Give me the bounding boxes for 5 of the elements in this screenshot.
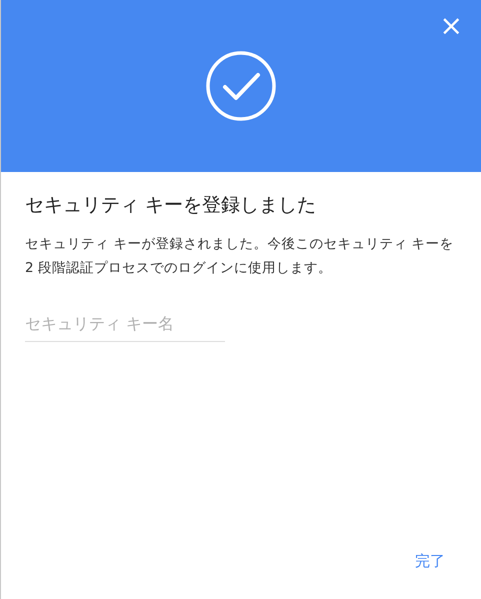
check-circle-icon	[205, 50, 277, 122]
close-button[interactable]: ×	[436, 8, 467, 44]
dialog-message: セキュリティ キーが登録されました。今後このセキュリティ キーを 2 段階認証プロセスでのログインに使用します。	[25, 235, 455, 278]
done-button[interactable]: 完了	[403, 544, 457, 579]
dialog-title: セキュリティ キーを登録しました	[25, 193, 318, 218]
